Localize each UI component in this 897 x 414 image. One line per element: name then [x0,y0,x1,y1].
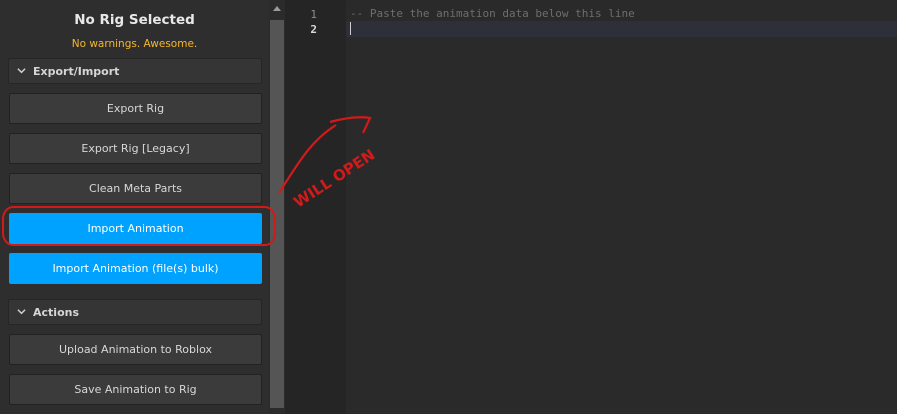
red-annotation-overlay: WILL OPEN [2,116,378,246]
highlight-circle [2,206,276,246]
